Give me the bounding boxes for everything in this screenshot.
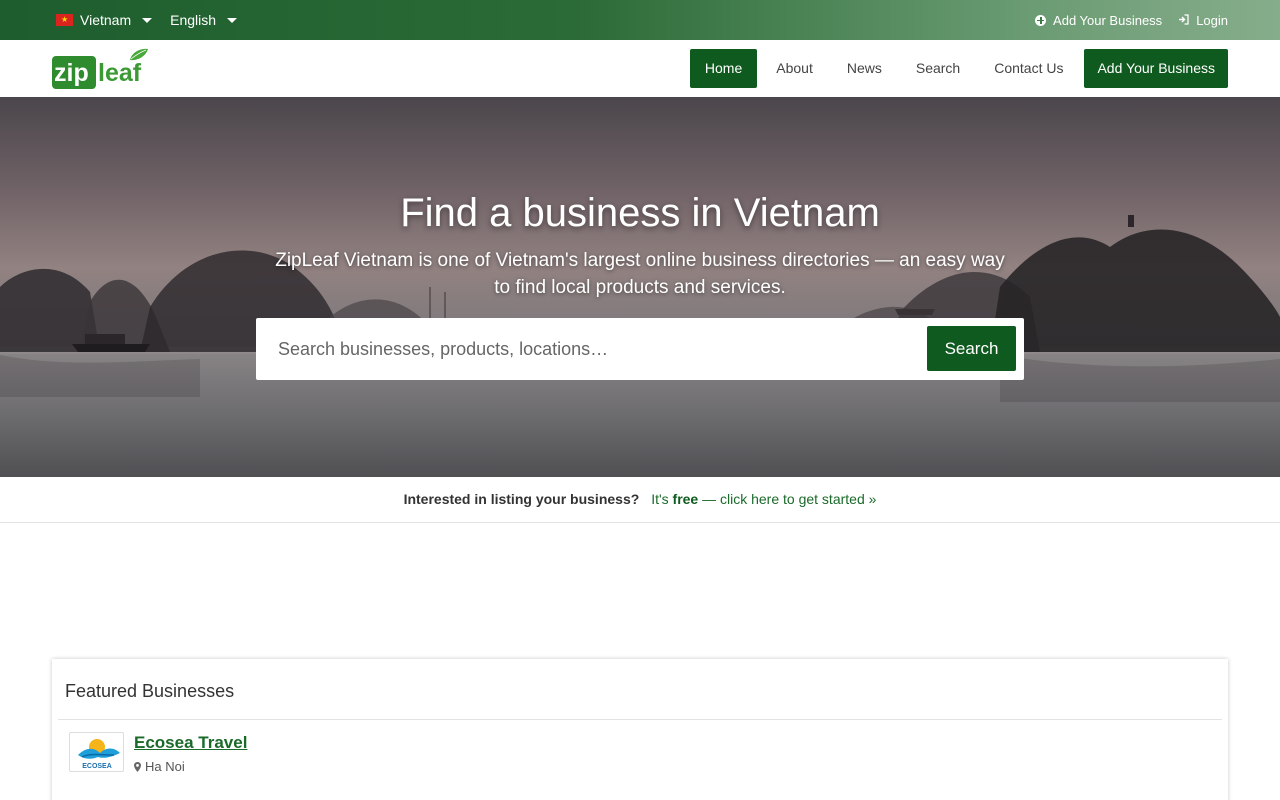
topbar-add-business-link[interactable]: Add Your Business [1035, 13, 1162, 28]
login-label: Login [1196, 12, 1228, 28]
promo-link-prefix: It's [651, 491, 673, 507]
login-link[interactable]: Login [1178, 13, 1228, 28]
account-links: Add Your Business Login [1035, 0, 1228, 40]
svg-text:leaf: leaf [98, 59, 142, 87]
caret-down-icon [142, 17, 153, 23]
zipleaf-logo[interactable]: zip leaf [52, 48, 152, 90]
nav-menu: Home About News Search Contact Us Add Yo… [689, 49, 1228, 88]
promo-link-suffix: — click here to get started » [698, 491, 877, 507]
country-dropdown[interactable]: Vietnam [56, 12, 153, 28]
top-bar: Vietnam English Add Your Business Login [0, 0, 1280, 40]
topbar-add-business-label: Add Your Business [1053, 12, 1163, 28]
map-marker-icon [134, 761, 141, 772]
promo-link-free: free [672, 491, 699, 507]
language-label: English [170, 12, 217, 28]
business-name-link[interactable]: Ecosea Travel [134, 733, 247, 753]
svg-text:zip: zip [54, 59, 89, 87]
promo-get-started-link[interactable]: It's free — click here to get started » [651, 491, 876, 507]
svg-text:ECOSEA: ECOSEA [82, 763, 112, 770]
business-logo[interactable]: ECOSEA [69, 732, 124, 772]
promo-question: Interested in listing your business? [403, 491, 640, 507]
featured-business-item: ECOSEA Ecosea Travel Ha Noi [69, 732, 669, 782]
hero-section: Find a business in Vietnam ZipLeaf Vietn… [0, 97, 1280, 477]
flag-vietnam-icon [56, 14, 73, 26]
featured-heading: Featured Businesses [65, 681, 235, 701]
hero-search-button[interactable]: Search [927, 326, 1016, 371]
nav-news[interactable]: News [832, 49, 897, 88]
login-icon [1178, 13, 1189, 27]
language-dropdown[interactable]: English [170, 12, 238, 28]
hero-search-box: Search [256, 318, 1024, 380]
locale-selectors: Vietnam English [56, 0, 238, 40]
hero-search-input[interactable] [278, 330, 908, 368]
hero-title: Find a business in Vietnam [400, 191, 880, 235]
add-your-business-button[interactable]: Add Your Business [1084, 49, 1228, 88]
country-label: Vietnam [80, 12, 132, 28]
business-location: Ha Noi [134, 759, 185, 774]
featured-businesses-panel: Featured Businesses ECOSEA Ecosea Travel… [52, 659, 1228, 800]
business-location-label: Ha Noi [145, 759, 185, 774]
nav-search[interactable]: Search [901, 49, 975, 88]
nav-contact-us[interactable]: Contact Us [979, 49, 1078, 88]
hero-subtitle: ZipLeaf Vietnam is one of Vietnam's larg… [275, 250, 1005, 298]
nav-about[interactable]: About [761, 49, 828, 88]
listing-promo-bar: Interested in listing your business? It'… [0, 477, 1280, 523]
main-navbar: zip leaf Home About News Search Contact … [0, 40, 1280, 97]
plus-circle-icon [1035, 14, 1047, 26]
caret-down-icon [227, 17, 238, 23]
nav-home[interactable]: Home [689, 49, 758, 88]
divider [58, 719, 1222, 720]
